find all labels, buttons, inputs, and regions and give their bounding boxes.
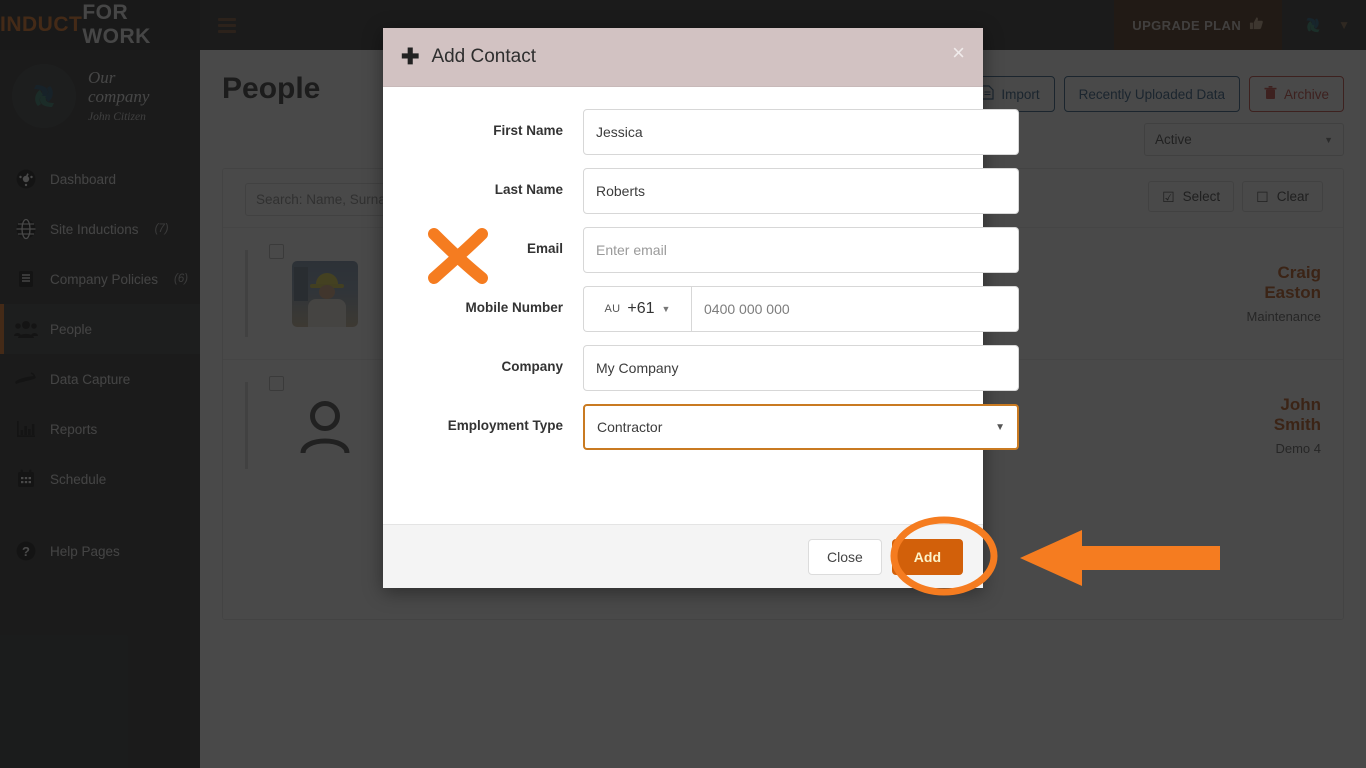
add-button[interactable]: Add [891, 538, 963, 575]
field-row-mobile: Mobile Number AU +61 ▼ 0400 000 000 [405, 286, 1019, 332]
field-row-first-name: First Name Jessica [405, 109, 1019, 155]
employment-type-value: Contractor [597, 419, 663, 435]
modal-title: ✚ Add Contact [401, 46, 536, 68]
company-field-wrap: My Company [583, 345, 1019, 391]
first-name-label: First Name [493, 123, 563, 138]
chevron-down-icon: ▼ [995, 421, 1005, 433]
chevron-down-icon: ▼ [661, 304, 671, 314]
field-row-last-name: Last Name Roberts [405, 168, 1019, 214]
field-row-company: Company My Company [405, 345, 1019, 391]
email-input[interactable]: Enter email [583, 227, 1019, 273]
close-button[interactable]: Close [807, 538, 882, 575]
add-contact-modal: ✚ Add Contact × First Name Jessica Last … [383, 28, 1019, 588]
last-name-input[interactable]: Roberts [583, 168, 1019, 214]
employment-type-label: Employment Type [447, 418, 563, 433]
screen: INDUCTFOR WORK Our company John Citizen [0, 0, 1366, 768]
close-icon[interactable]: × [952, 42, 965, 64]
employment-type-select[interactable]: Contractor ▼ [583, 404, 1019, 450]
modal-footer: Close Add [383, 524, 983, 588]
first-name-field-wrap: Jessica [583, 109, 1019, 155]
field-row-email: Email Enter email [405, 227, 1019, 273]
email-field-wrap: Enter email [583, 227, 1019, 273]
country-dial-code: +61 [627, 300, 655, 317]
company-label: Company [501, 359, 563, 374]
plus-icon: ✚ [401, 44, 420, 69]
mobile-number-input[interactable]: 0400 000 000 [691, 286, 1019, 332]
first-name-input[interactable]: Jessica [583, 109, 1019, 155]
last-name-field-wrap: Roberts [583, 168, 1019, 214]
email-label: Email [526, 241, 563, 256]
modal-title-text: Add Contact [431, 46, 537, 67]
employment-type-field-wrap: Contractor ▼ [583, 404, 1019, 450]
country-code-select[interactable]: AU +61 ▼ [583, 286, 691, 332]
company-input[interactable]: My Company [583, 345, 1019, 391]
modal-header: ✚ Add Contact × [383, 28, 983, 87]
mobile-number-group: AU +61 ▼ 0400 000 000 [583, 286, 1019, 332]
last-name-label: Last Name [494, 182, 563, 197]
mobile-field-wrap: AU +61 ▼ 0400 000 000 [583, 286, 1019, 332]
mobile-number-label: Mobile Number [465, 300, 563, 315]
country-code-country: AU [604, 303, 621, 315]
field-row-employment-type: Employment Type Contractor ▼ [405, 404, 1019, 450]
modal-body: First Name Jessica Last Name Roberts Ema… [383, 87, 1019, 524]
